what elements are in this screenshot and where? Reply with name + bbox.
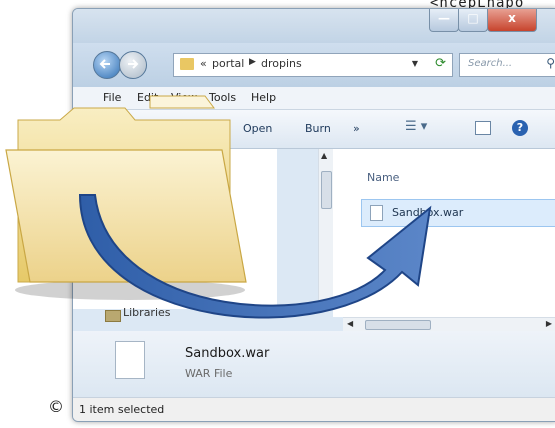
folder-drag-overlay [5,95,432,319]
